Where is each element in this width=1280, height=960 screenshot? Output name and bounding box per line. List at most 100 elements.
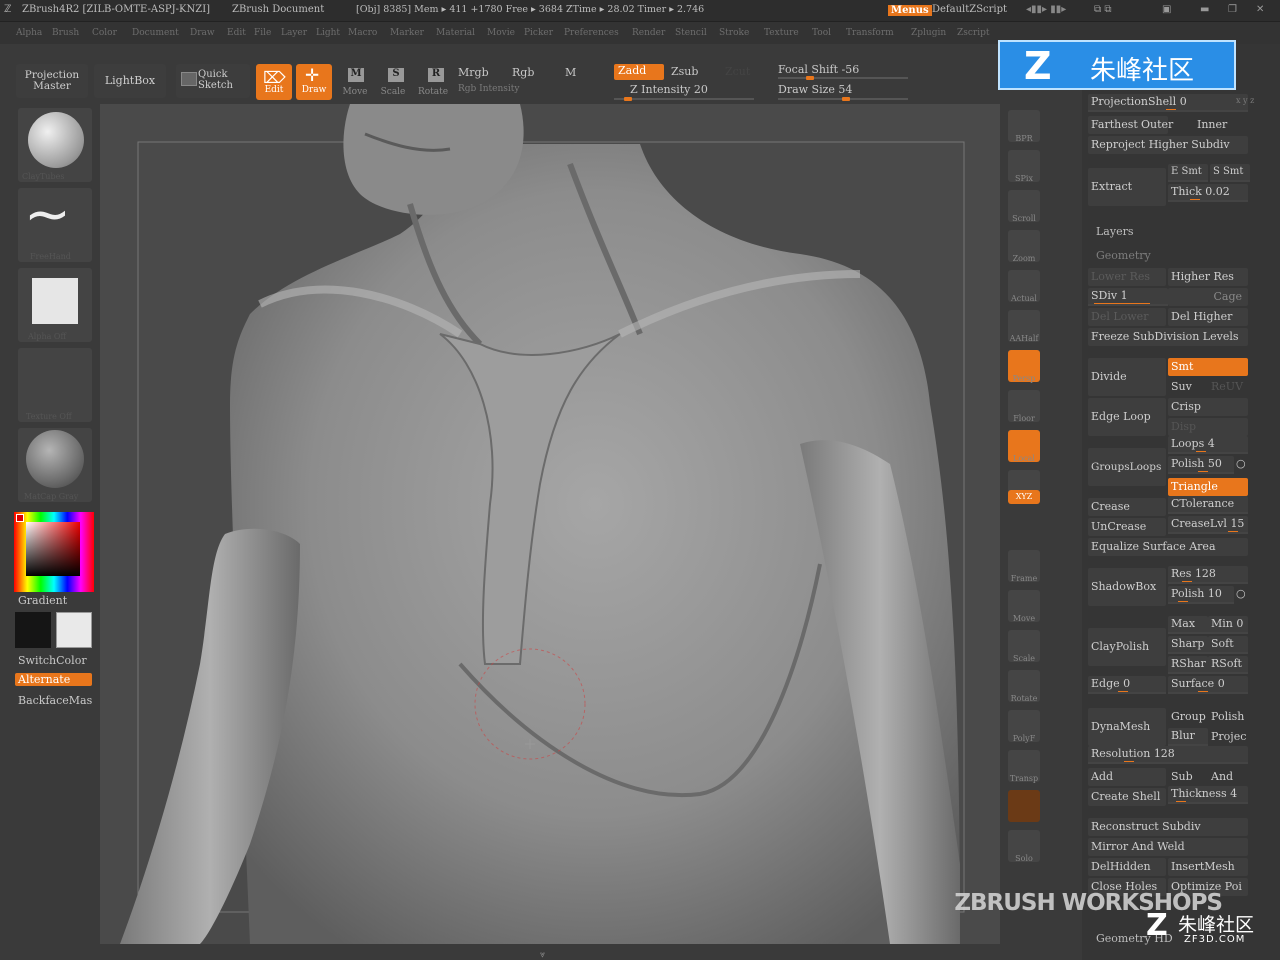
menu-render[interactable]: Render [632, 28, 665, 38]
claypolish-button[interactable]: ClayPolish [1088, 628, 1166, 666]
layout-icon[interactable]: ⧉ ⧉ [1094, 4, 1111, 15]
sharp-slider[interactable]: Sharp [1168, 636, 1208, 654]
color-swatch-icon[interactable] [1008, 790, 1040, 822]
polish2-slider[interactable]: Polish 10 [1168, 586, 1234, 604]
triangle-toggle[interactable]: Triangle [1168, 478, 1248, 496]
menu-document[interactable]: Document [132, 28, 179, 38]
alpha-selector[interactable]: Alpha Off [18, 268, 92, 342]
shadowbox-button[interactable]: ShadowBox [1088, 568, 1166, 606]
e-smt-slider[interactable]: E Smt [1168, 164, 1208, 182]
menu-material[interactable]: Material [436, 28, 475, 38]
menu-zplugin[interactable]: Zplugin [911, 28, 946, 38]
canvas-viewport[interactable] [100, 104, 1000, 944]
blur-slider[interactable]: Blur [1168, 728, 1208, 746]
sub-button[interactable]: Sub [1168, 768, 1208, 786]
rgb-intensity-slider[interactable]: Rgb Intensity [458, 84, 519, 94]
soft-slider[interactable]: Soft [1208, 636, 1248, 654]
maximize-icon[interactable]: ❐ [1228, 4, 1237, 15]
default-zscript[interactable]: DefaultZScript [932, 4, 1007, 15]
menu-alpha[interactable]: Alpha [16, 28, 42, 38]
reconstruct-subdiv-button[interactable]: Reconstruct Subdiv [1088, 818, 1248, 836]
menu-marker[interactable]: Marker [390, 28, 424, 38]
zadd-button[interactable]: Zadd [614, 64, 664, 80]
disp-toggle[interactable]: Disp [1168, 418, 1248, 436]
thick-slider[interactable]: Thick 0.02 [1168, 184, 1248, 202]
create-shell-button[interactable]: Create Shell [1088, 788, 1166, 806]
menu-texture[interactable]: Texture [764, 28, 799, 38]
outer-button[interactable]: Outer [1138, 116, 1188, 134]
resolution-slider[interactable]: Resolution 128 [1088, 746, 1248, 764]
polish-slider[interactable]: Polish 50 [1168, 456, 1234, 474]
menu-zscript[interactable]: Zscript [957, 28, 989, 38]
menu-stencil[interactable]: Stencil [675, 28, 707, 38]
delhidden-button[interactable]: DelHidden [1088, 858, 1166, 876]
ctolerance-slider[interactable]: CTolerance [1168, 496, 1248, 514]
add-button[interactable]: Add [1088, 768, 1166, 786]
project-toggle[interactable]: Projec [1208, 728, 1248, 746]
menu-edit[interactable]: Edit [227, 28, 246, 38]
switch-color-button[interactable]: SwitchColor [18, 654, 87, 667]
projection-master-button[interactable]: Projection Master [16, 64, 88, 98]
tray-toggle-icon[interactable]: ◂▮▮▸ ▮▮▸ [1026, 4, 1066, 15]
equalize-surface-area-button[interactable]: Equalize Surface Area [1088, 538, 1248, 556]
rsoft-slider[interactable]: RSoft [1208, 656, 1248, 674]
inner-button[interactable]: Inner [1194, 116, 1248, 134]
menus-button[interactable]: Menus [888, 5, 932, 16]
suv-toggle[interactable]: Suv [1168, 378, 1208, 396]
freeze-subdivision-levels-button[interactable]: Freeze SubDivision Levels [1088, 328, 1248, 346]
menu-transform[interactable]: Transform [846, 28, 894, 38]
reproject-higher-subdiv-button[interactable]: Reproject Higher Subdiv [1088, 136, 1248, 154]
zbrush-logo-icon[interactable]: ℤ [4, 4, 11, 15]
texture-selector[interactable]: Texture Off [18, 348, 92, 422]
gradient-label[interactable]: Gradient [18, 594, 67, 607]
brush-selector[interactable]: ClayTubes [18, 108, 92, 182]
zsub-button[interactable]: Zsub [671, 65, 698, 78]
surface-slider[interactable]: Surface 0 [1168, 676, 1248, 694]
focal-shift-slider[interactable]: Focal Shift -56 [778, 63, 859, 76]
s-smt-slider[interactable]: S Smt [1210, 164, 1250, 182]
menu-stroke[interactable]: Stroke [719, 28, 749, 38]
alternate-button[interactable]: Alternate [15, 673, 92, 686]
polish3-toggle[interactable]: Polish [1208, 708, 1248, 726]
rgb-button[interactable]: Rgb [512, 66, 534, 79]
color-square[interactable] [26, 522, 80, 576]
group-toggle[interactable]: Group [1168, 708, 1208, 726]
menu-brush[interactable]: Brush [52, 28, 79, 38]
divide-button[interactable]: Divide [1088, 358, 1166, 396]
extract-button[interactable]: Extract [1088, 168, 1166, 206]
crease-button[interactable]: Crease [1088, 498, 1166, 516]
smt-toggle[interactable]: Smt [1168, 358, 1248, 376]
lock-icon[interactable]: ▣ [1162, 4, 1171, 15]
menu-movie[interactable]: Movie [487, 28, 515, 38]
close-icon[interactable]: ✕ [1256, 4, 1264, 15]
menu-macro[interactable]: Macro [348, 28, 377, 38]
lower-res-button[interactable]: Lower Res [1088, 268, 1166, 286]
del-higher-button[interactable]: Del Higher [1168, 308, 1248, 326]
res-slider[interactable]: Res 128 [1168, 566, 1248, 584]
color-picker[interactable] [14, 512, 94, 592]
higher-res-button[interactable]: Higher Res [1168, 268, 1248, 286]
menu-light[interactable]: Light [316, 28, 340, 38]
menu-preferences[interactable]: Preferences [564, 28, 619, 38]
menu-tool[interactable]: Tool [812, 28, 831, 38]
and-button[interactable]: And [1208, 768, 1248, 786]
menu-file[interactable]: File [254, 28, 271, 38]
projection-shell-slider[interactable]: ProjectionShell 0 [1088, 94, 1248, 112]
backface-mask-button[interactable]: BackfaceMas [18, 694, 92, 707]
crease-lvl-slider[interactable]: CreaseLvl 15 [1168, 516, 1248, 534]
geometry-section[interactable]: Geometry [1096, 249, 1151, 262]
secondary-color-swatch[interactable] [56, 612, 92, 648]
polish-circle-icon[interactable]: ○ [1236, 457, 1246, 470]
uncrease-button[interactable]: UnCrease [1088, 518, 1166, 536]
lightbox-button[interactable]: LightBox [94, 64, 166, 98]
draw-size-slider[interactable]: Draw Size 54 [778, 83, 852, 96]
max-slider[interactable]: Max [1168, 616, 1208, 634]
edge-loop-button[interactable]: Edge Loop [1088, 398, 1166, 436]
bottom-tray-arrow-icon[interactable]: ⩔ [540, 950, 545, 960]
zcut-button[interactable]: Zcut [725, 65, 750, 78]
menu-draw[interactable]: Draw [190, 28, 215, 38]
material-selector[interactable]: MatCap Gray [18, 428, 92, 502]
stroke-selector[interactable]: ~ FreeHand [18, 182, 92, 262]
crisp-toggle[interactable]: Crisp [1168, 398, 1248, 416]
del-lower-button[interactable]: Del Lower [1088, 308, 1166, 326]
